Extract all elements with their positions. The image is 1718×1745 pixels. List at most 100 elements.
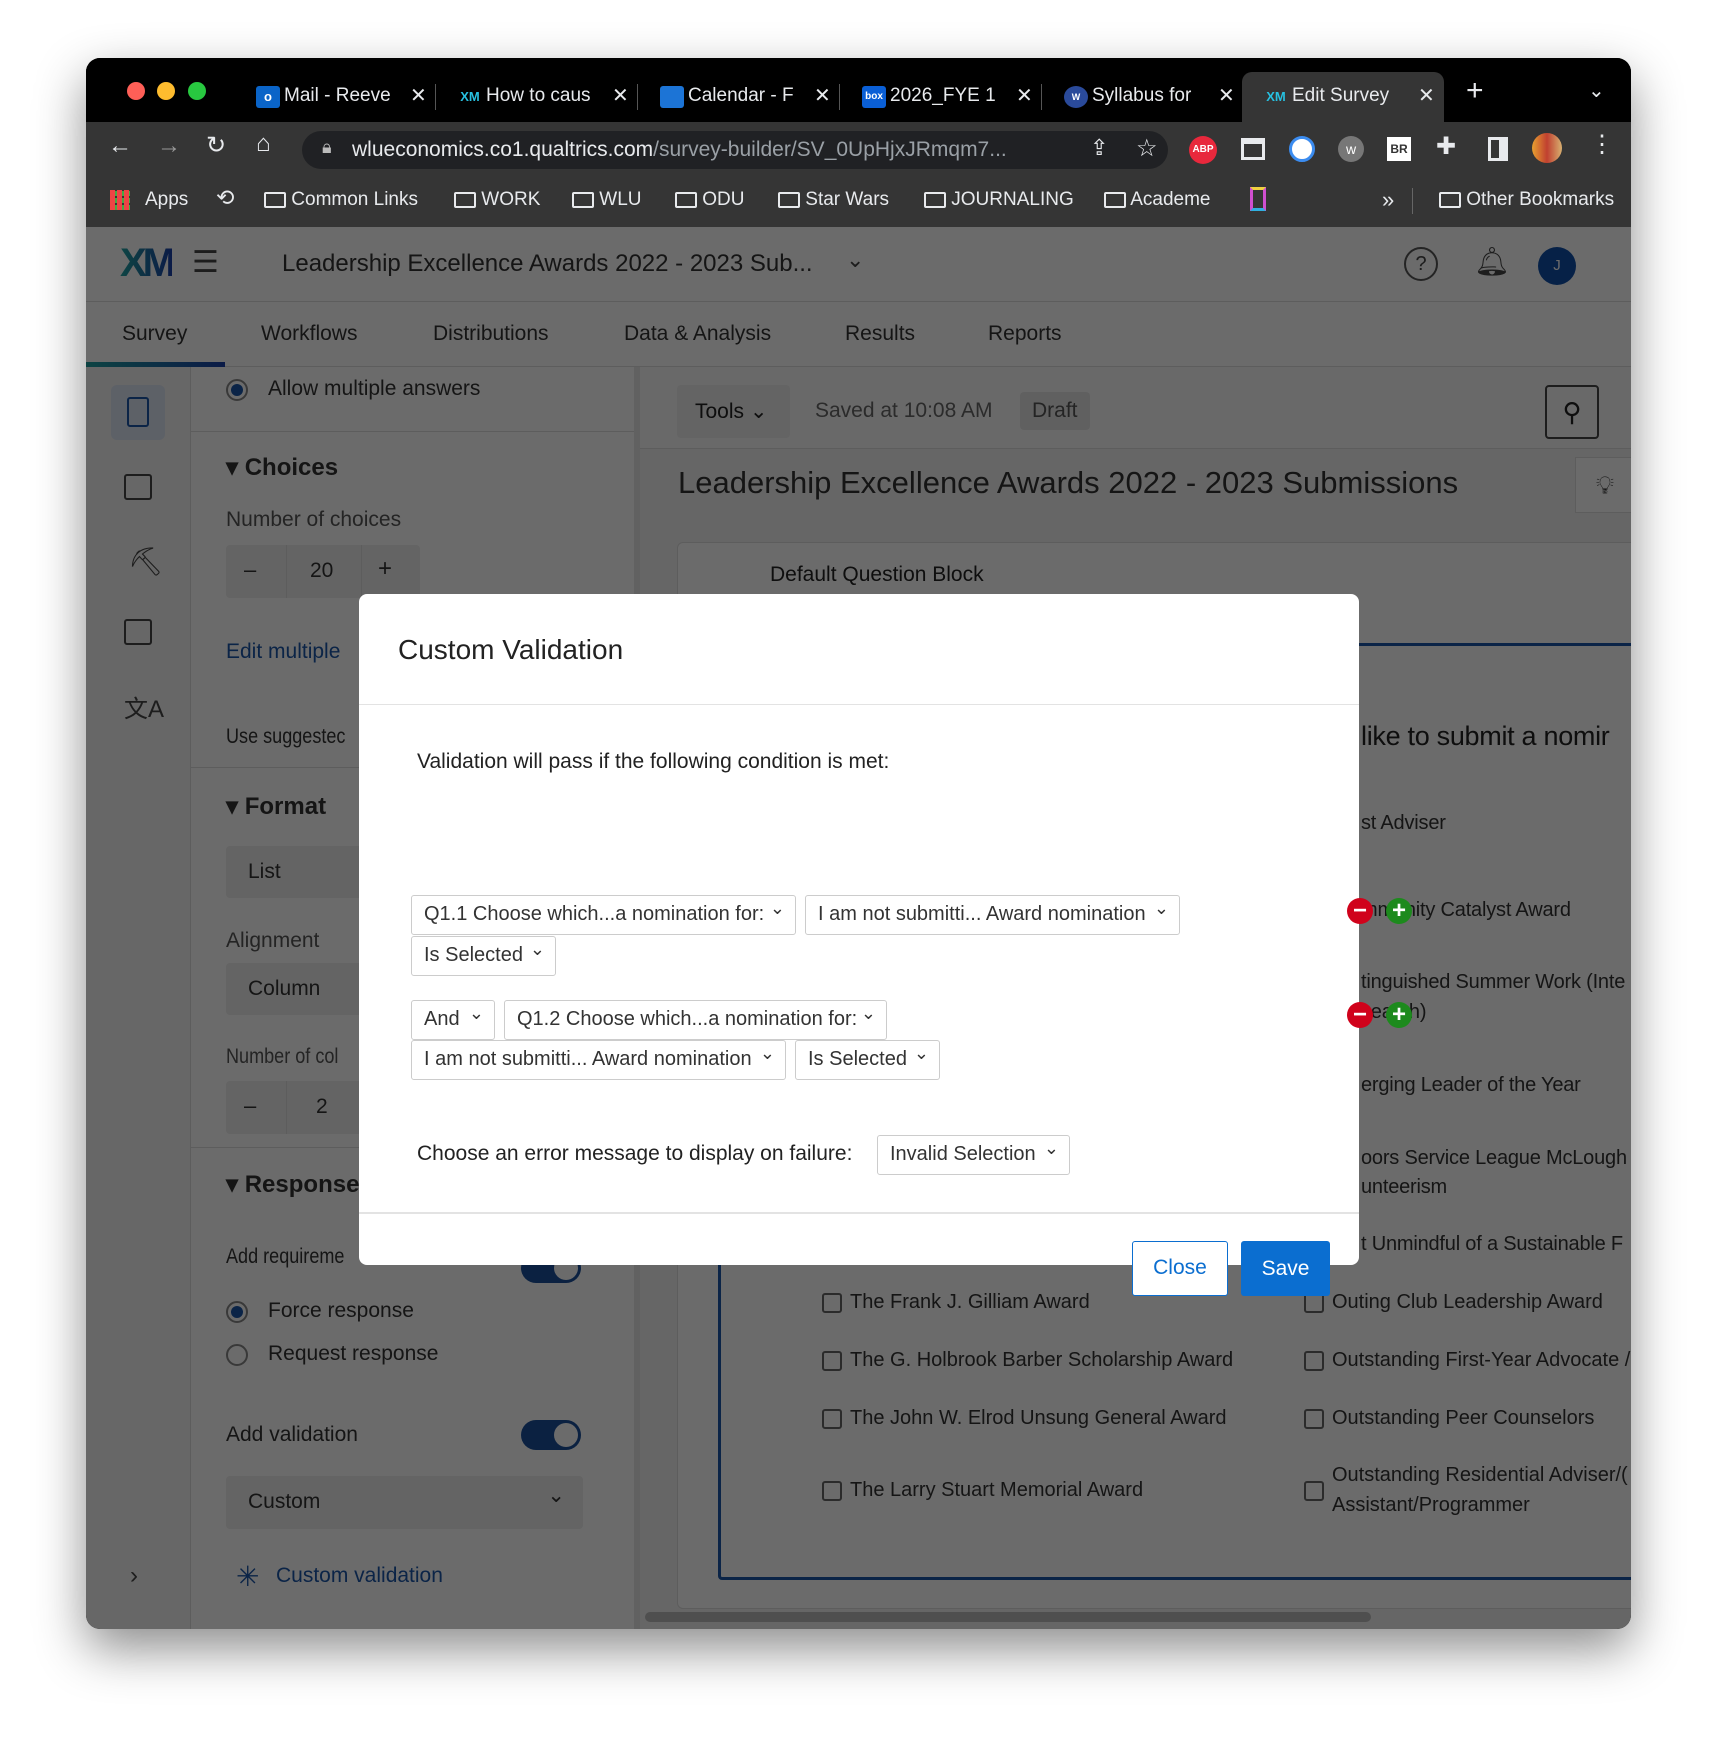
num-columns-value[interactable]: 2 — [316, 1095, 328, 1119]
bookmark-folder[interactable]: JOURNALING — [924, 189, 1074, 211]
blocks-icon[interactable] — [124, 474, 152, 500]
validation-type-select[interactable]: Custom ⌄ — [226, 1476, 583, 1529]
add-validation-toggle[interactable] — [521, 1420, 581, 1450]
forward-icon[interactable]: → — [157, 132, 181, 160]
choice-checkbox[interactable] — [822, 1409, 842, 1429]
choice-checkbox[interactable] — [1304, 1481, 1324, 1501]
translate-icon[interactable]: 文A — [124, 689, 164, 724]
tab-results[interactable]: Results — [845, 322, 915, 346]
add-condition-icon[interactable]: + — [1386, 1002, 1412, 1028]
maximize-window-button[interactable] — [188, 82, 206, 100]
choice-checkbox[interactable] — [822, 1293, 842, 1313]
tools-button[interactable]: Tools ⌄ — [677, 385, 790, 438]
tab-data-analysis[interactable]: Data & Analysis — [624, 322, 771, 346]
increment-icon[interactable]: + — [378, 555, 392, 583]
browser-tab[interactable]: XM How to caus ✕ — [436, 72, 638, 122]
close-tab-icon[interactable]: ✕ — [814, 83, 831, 108]
choice-checkbox[interactable] — [822, 1481, 842, 1501]
tab-search-chevron-icon[interactable]: ⌄ — [1588, 78, 1605, 103]
close-tab-icon[interactable]: ✕ — [1016, 83, 1033, 108]
browser-tab[interactable]: o Mail - Reeve ✕ — [234, 72, 436, 122]
condition-1-choice-select[interactable]: I am not submitti... Award nomination — [805, 890, 1180, 935]
bookmarks-overflow-icon[interactable]: » — [1382, 187, 1394, 213]
close-tab-icon[interactable]: ✕ — [1218, 83, 1235, 108]
address-bar[interactable]: 🔒︎ wlueconomics.co1.qualtrics.com/survey… — [302, 131, 1168, 169]
side-panel-icon[interactable] — [1488, 137, 1508, 161]
bookmark-folder[interactable]: Academe — [1104, 189, 1211, 211]
block-title[interactable]: Default Question Block — [770, 563, 984, 587]
hamburger-menu-icon[interactable]: ☰ — [192, 248, 219, 278]
close-button[interactable]: Close — [1132, 1241, 1228, 1296]
bookmark-folder[interactable]: Star Wars — [778, 189, 889, 211]
close-tab-icon[interactable]: ✕ — [410, 83, 427, 108]
search-icon[interactable]: ⚲ — [1545, 385, 1599, 439]
bookmark-folder[interactable]: WORK — [454, 189, 540, 211]
bookmark-apps[interactable]: Apps — [145, 189, 188, 211]
expand-rail-icon[interactable]: › — [130, 1562, 138, 1590]
close-window-button[interactable] — [127, 82, 145, 100]
condition-1-question-select[interactable]: Q1.1 Choose which...a nomination for: — [411, 890, 796, 935]
horizontal-scrollbar[interactable] — [645, 1612, 1371, 1622]
extensions-puzzle-icon[interactable]: ✚ — [1436, 132, 1456, 161]
force-response-radio[interactable] — [226, 1301, 248, 1323]
adblock-icon[interactable]: ABP — [1189, 136, 1217, 164]
lightbulb-icon[interactable]: 💡︎ — [1575, 457, 1631, 513]
extension-br-icon[interactable]: BR — [1387, 137, 1411, 161]
help-icon[interactable]: ? — [1404, 247, 1438, 281]
condition-2-operator-select[interactable]: Is Selected — [795, 1035, 940, 1080]
survey-flow-icon[interactable] — [124, 619, 152, 645]
chevron-down-icon[interactable]: ⌄ — [846, 247, 864, 273]
survey-title-dropdown[interactable]: Leadership Excellence Awards 2022 - 2023… — [282, 250, 813, 278]
add-condition-icon[interactable]: + — [1386, 898, 1412, 924]
choice-checkbox[interactable] — [1304, 1293, 1324, 1313]
bookmark-folder[interactable]: Common Links — [264, 189, 418, 211]
num-choices-value[interactable]: 20 — [310, 559, 333, 583]
bookmark-folder[interactable]: WLU — [572, 189, 642, 211]
back-icon[interactable]: ← — [108, 132, 132, 160]
new-tab-icon[interactable]: + — [1466, 74, 1484, 108]
minimize-window-button[interactable] — [157, 82, 175, 100]
tab-distributions[interactable]: Distributions — [433, 322, 549, 346]
condition-2-choice-select[interactable]: I am not submitti... Award nomination — [411, 1035, 786, 1080]
allow-multiple-radio[interactable] — [226, 379, 248, 401]
bookmark-folder[interactable]: ODU — [675, 189, 745, 211]
error-message-select[interactable]: Invalid Selection — [877, 1130, 1070, 1175]
condition-1-operator-select[interactable]: Is Selected — [411, 931, 556, 976]
remove-condition-icon[interactable]: − — [1347, 898, 1373, 924]
browser-tab[interactable]: Calendar - F ✕ — [638, 72, 840, 122]
request-response-radio[interactable] — [226, 1344, 248, 1366]
browser-tab-active[interactable]: XM Edit Survey ✕ — [1242, 72, 1444, 122]
tab-survey[interactable]: Survey — [122, 322, 187, 346]
other-bookmarks[interactable]: Other Bookmarks — [1439, 189, 1614, 211]
num-choices-stepper[interactable]: – 20 + — [226, 545, 420, 598]
save-button[interactable]: Save — [1241, 1241, 1330, 1296]
choice-checkbox[interactable] — [1304, 1409, 1324, 1429]
paint-roller-icon[interactable]: ⛏︎ — [128, 545, 164, 578]
format-section-toggle[interactable]: ▾ Format — [226, 792, 326, 821]
browser-tab[interactable]: W Syllabus for ✕ — [1042, 72, 1244, 122]
reload-icon[interactable]: ↻ — [206, 131, 226, 160]
condition-2-conjunction-select[interactable]: And — [411, 995, 495, 1040]
profile-avatar[interactable] — [1532, 133, 1562, 163]
remove-condition-icon[interactable]: − — [1347, 1002, 1373, 1028]
extension-window-icon[interactable] — [1241, 138, 1265, 160]
decrement-icon[interactable]: – — [244, 1093, 256, 1119]
edit-multiple-link[interactable]: Edit multiple — [226, 640, 340, 664]
xm-logo[interactable]: XM — [120, 241, 176, 286]
browser-tab[interactable]: box 2026_FYE 1 ✕ — [840, 72, 1042, 122]
custom-validation-link[interactable]: Custom validation — [276, 1564, 443, 1588]
choices-section-toggle[interactable]: ▾ Choices — [226, 453, 338, 482]
bookmark-doc-icon[interactable] — [1250, 187, 1266, 211]
browser-menu-icon[interactable]: ⋮ — [1590, 130, 1614, 159]
password-manager-icon[interactable] — [1289, 136, 1315, 162]
extension-w-icon[interactable]: w — [1338, 136, 1364, 162]
share-icon[interactable]: ⇪ — [1090, 135, 1108, 161]
response-section-toggle[interactable]: ▾ Response — [226, 1170, 359, 1199]
choice-checkbox[interactable] — [822, 1351, 842, 1371]
choice-checkbox[interactable] — [1304, 1351, 1324, 1371]
tab-workflows[interactable]: Workflows — [261, 322, 357, 346]
bookmark-star-icon[interactable]: ☆ — [1136, 134, 1158, 163]
home-icon[interactable]: ⌂ — [256, 130, 271, 158]
user-avatar[interactable]: J — [1538, 247, 1576, 285]
decrement-icon[interactable]: – — [244, 557, 256, 583]
